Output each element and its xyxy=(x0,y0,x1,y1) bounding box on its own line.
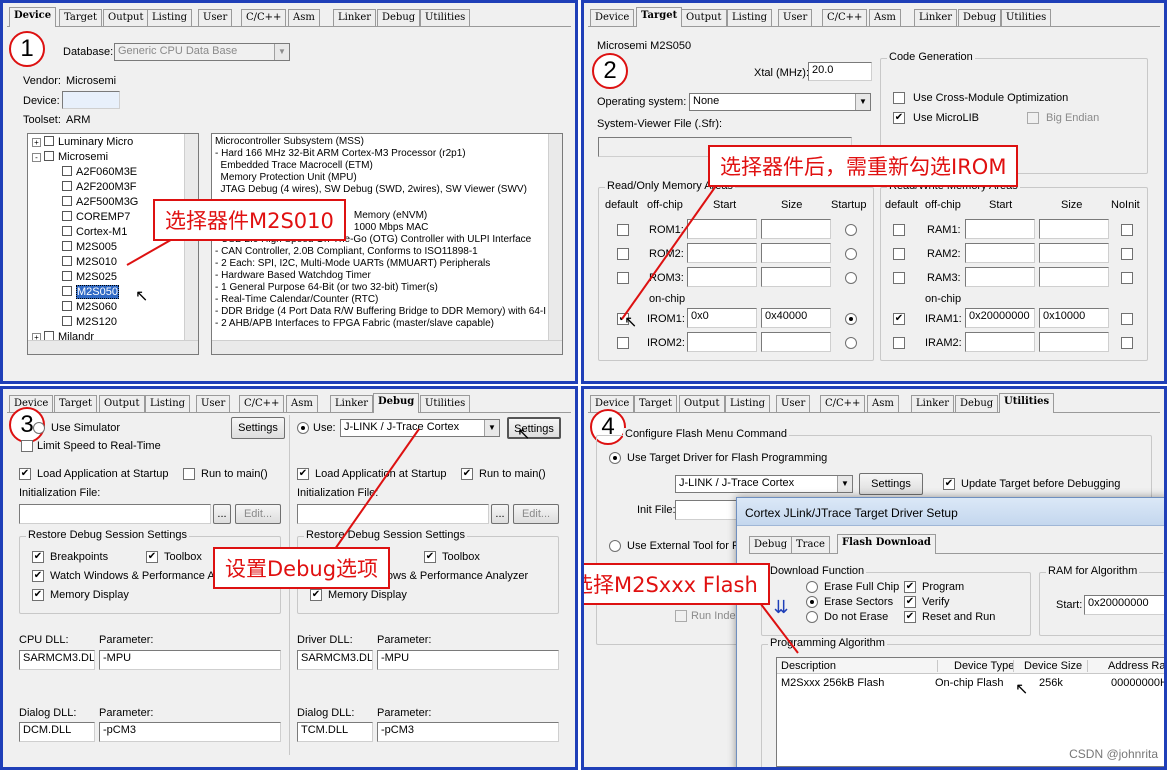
watermark: CSDN @johnrita xyxy=(1069,747,1158,761)
callout-arrow xyxy=(126,232,184,266)
panel-target: Device Target Output Listing User C/C++ … xyxy=(581,0,1167,384)
callout-flash-download: 下载选择M2Sxxx Flash xyxy=(584,563,770,605)
mouse-cursor-icon: ↖ xyxy=(624,314,638,331)
callout-select-device: 选择器件M2S010 xyxy=(153,199,346,241)
callout-arrow xyxy=(621,182,719,320)
panel-utilities: Device Target Output Listing User C/C++ … xyxy=(581,386,1167,770)
panel-device: Device Target Output Listing User C/C++ … xyxy=(0,0,578,384)
callout-recheck-irom: 选择器件后，需重新勾选IROM xyxy=(708,145,1019,187)
callout-debug-options: 设置Debug选项 xyxy=(213,547,391,589)
panel-debug: Device Target Output Listing User C/C++ … xyxy=(0,386,578,770)
